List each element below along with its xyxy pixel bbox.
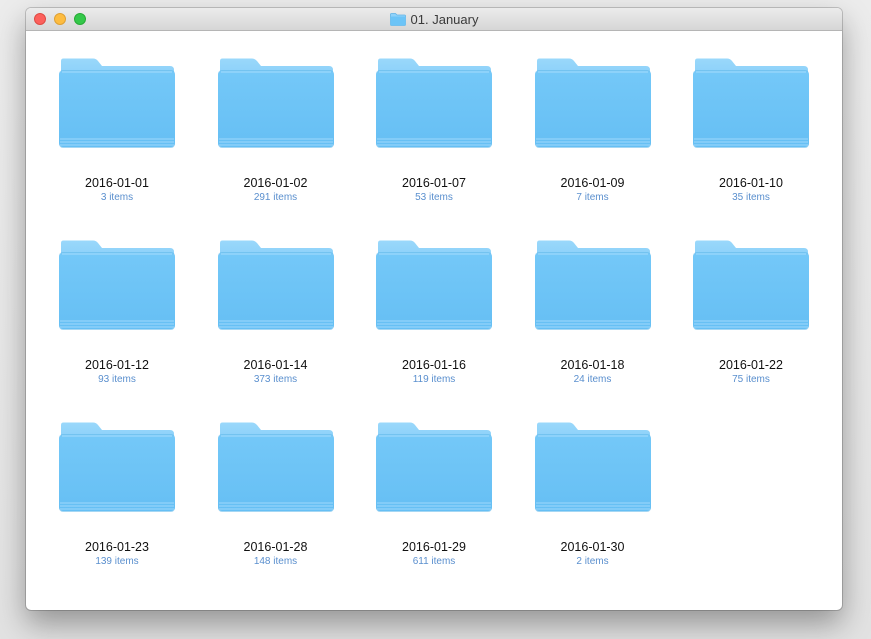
folder-item-count: 2 items bbox=[576, 556, 609, 567]
folder-item[interactable]: 2016-01-12 93 items bbox=[58, 240, 176, 394]
folder-item[interactable]: 2016-01-14 373 items bbox=[217, 240, 335, 394]
folder-icon bbox=[59, 422, 175, 512]
folder-item-count: 139 items bbox=[95, 556, 139, 567]
folder-icon bbox=[389, 12, 406, 26]
folder-name: 2016-01-22 bbox=[719, 358, 783, 372]
folder-name: 2016-01-16 bbox=[402, 358, 466, 372]
window-title: 01. January bbox=[26, 8, 842, 30]
folder-name: 2016-01-07 bbox=[402, 176, 466, 190]
folder-name: 2016-01-23 bbox=[85, 540, 149, 554]
folder-name: 2016-01-12 bbox=[85, 358, 149, 372]
folder-item-count: 75 items bbox=[732, 374, 770, 385]
folder-icon bbox=[59, 240, 175, 330]
folder-icon bbox=[59, 58, 175, 148]
folder-name: 2016-01-18 bbox=[560, 358, 625, 372]
folder-item[interactable]: 2016-01-29 611 items bbox=[375, 422, 493, 576]
folder-item[interactable]: 2016-01-16 119 items bbox=[375, 240, 493, 394]
folder-item[interactable]: 2016-01-23 139 items bbox=[58, 422, 176, 576]
folder-item[interactable]: 2016-01-02 291 items bbox=[217, 58, 335, 212]
folder-icon bbox=[217, 240, 334, 330]
folder-name: 2016-01-14 bbox=[243, 358, 308, 372]
folder-icon bbox=[376, 422, 492, 512]
folder-icon bbox=[693, 58, 809, 148]
folder-icon bbox=[376, 58, 492, 148]
folder-item-count: 119 items bbox=[412, 374, 456, 385]
folder-item[interactable]: 2016-01-28 148 items bbox=[217, 422, 335, 576]
folder-item-count: 148 items bbox=[253, 556, 298, 567]
folder-item-count: 93 items bbox=[98, 374, 136, 385]
folder-item-count: 373 items bbox=[253, 374, 298, 385]
folder-name: 2016-01-10 bbox=[719, 176, 783, 190]
folder-item[interactable]: 2016-01-10 35 items bbox=[692, 58, 810, 212]
folder-item[interactable]: 2016-01-07 53 items bbox=[375, 58, 493, 212]
folder-name: 2016-01-02 bbox=[243, 176, 308, 190]
folder-item[interactable]: 2016-01-18 24 items bbox=[534, 240, 652, 394]
folder-item-count: 611 items bbox=[412, 556, 456, 567]
icon-grid: 2016-01-01 3 items 2016-01-02 291 items … bbox=[58, 58, 810, 576]
folder-name: 2016-01-09 bbox=[560, 176, 625, 190]
folder-name: 2016-01-01 bbox=[85, 176, 149, 190]
folder-item-count: 24 items bbox=[573, 374, 612, 385]
folder-item-count: 7 items bbox=[576, 192, 609, 203]
window-title-text: 01. January bbox=[410, 11, 479, 27]
folder-icon bbox=[534, 240, 651, 330]
folder-item-count: 35 items bbox=[732, 192, 770, 203]
folder-item[interactable]: 2016-01-30 2 items bbox=[534, 422, 652, 576]
folder-name: 2016-01-29 bbox=[402, 540, 466, 554]
folder-name: 2016-01-30 bbox=[560, 540, 625, 554]
folder-icon bbox=[534, 58, 651, 148]
folder-item-count: 291 items bbox=[253, 192, 298, 203]
folder-item[interactable]: 2016-01-01 3 items bbox=[58, 58, 176, 212]
folder-icon bbox=[376, 240, 492, 330]
folder-item-count: 53 items bbox=[415, 192, 453, 203]
folder-icon bbox=[217, 58, 334, 148]
folder-icon bbox=[534, 422, 651, 512]
folder-item[interactable]: 2016-01-22 75 items bbox=[692, 240, 810, 394]
folder-name: 2016-01-28 bbox=[243, 540, 308, 554]
folder-contents[interactable]: 2016-01-01 3 items 2016-01-02 291 items … bbox=[26, 31, 842, 610]
folder-item-count: 3 items bbox=[100, 192, 134, 203]
folder-item[interactable]: 2016-01-09 7 items bbox=[534, 58, 652, 212]
title-bar[interactable]: 01. January bbox=[26, 8, 842, 31]
folder-icon bbox=[693, 240, 809, 330]
folder-icon bbox=[217, 422, 334, 512]
finder-window: 01. January 2016-01-01 3 items 2016-01-0… bbox=[26, 8, 842, 610]
